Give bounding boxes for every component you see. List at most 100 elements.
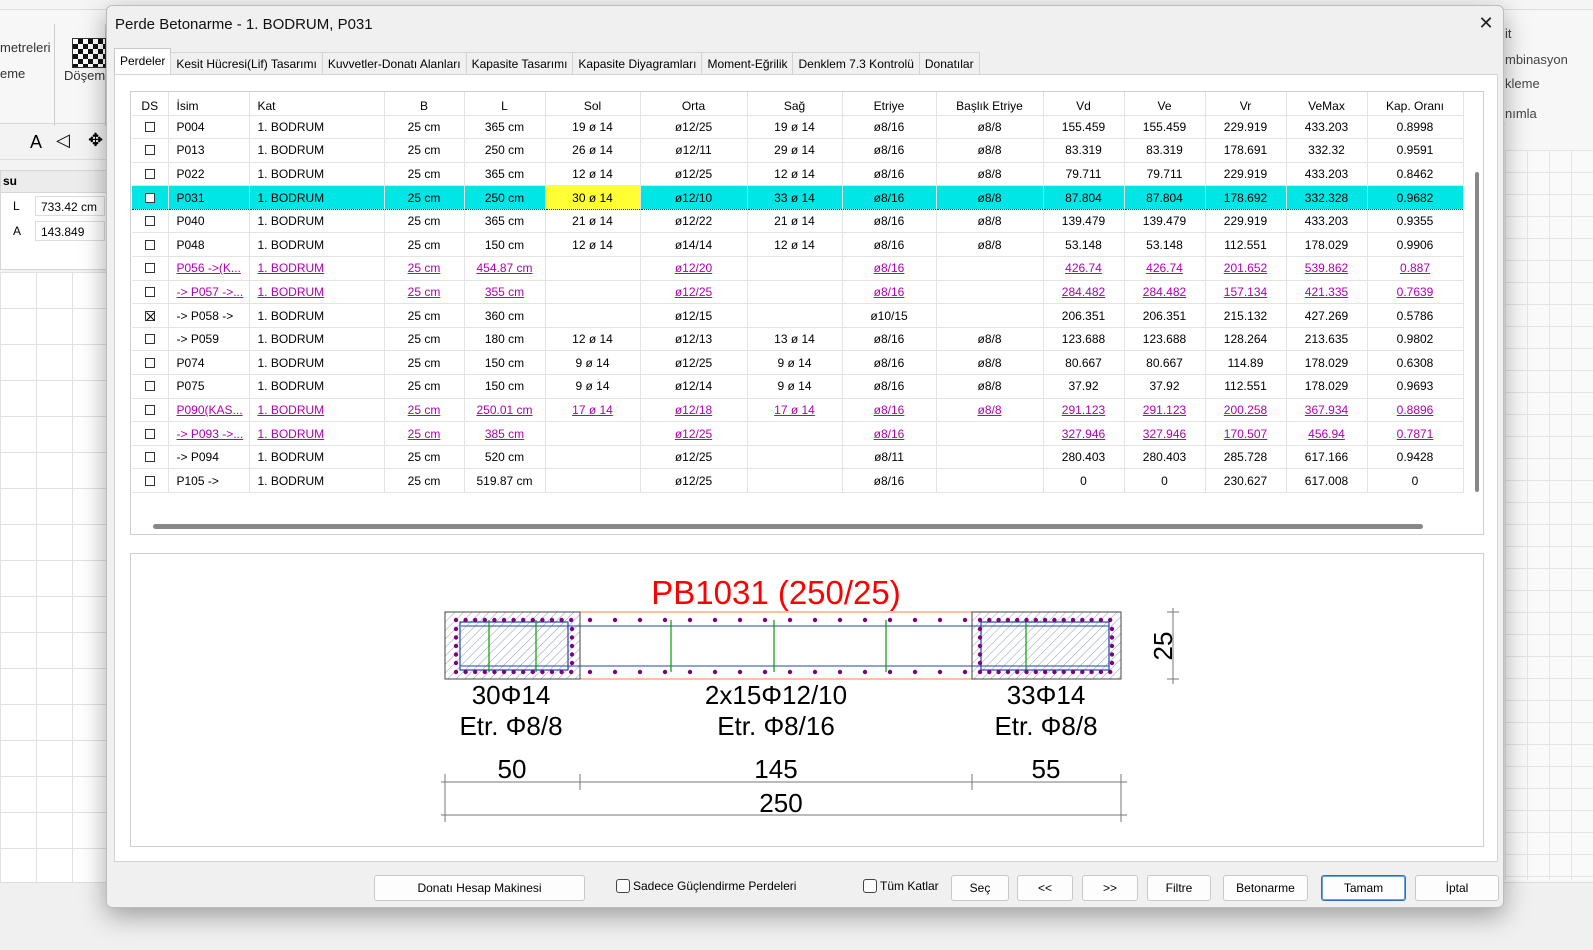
ds-checkbox[interactable] xyxy=(144,239,155,250)
table-cell[interactable]: 365 cm xyxy=(464,209,546,234)
table-cell[interactable]: 433.203 xyxy=(1286,115,1368,140)
table-cell[interactable]: 0.9682 xyxy=(1367,185,1464,210)
table-cell[interactable]: 1. BODRUM xyxy=(249,256,385,281)
table-cell[interactable]: 128.264 xyxy=(1205,327,1287,352)
table-cell[interactable]: 29 ø 14 xyxy=(747,138,843,163)
table-row[interactable]: P105 -> 1. BODRUM 25 cm 519.87 cm ø12/25 ø8/1… xyxy=(132,468,1464,493)
table-cell[interactable]: 30 ø 14 xyxy=(545,185,641,210)
table-cell[interactable]: 25 cm xyxy=(384,280,465,305)
table-cell[interactable]: 280.403 xyxy=(1124,445,1206,470)
table-cell[interactable]: ø12/25 xyxy=(640,468,748,493)
table-cell[interactable]: ø8/16 xyxy=(842,468,937,493)
table-cell[interactable]: 367.934 xyxy=(1286,398,1368,423)
table-cell[interactable]: ø8/16 xyxy=(842,232,937,258)
table-cell[interactable]: 114.89 xyxy=(1205,350,1287,376)
table-cell[interactable]: 1. BODRUM xyxy=(249,445,385,470)
table-cell[interactable]: 332.328 xyxy=(1286,185,1368,210)
table-cell[interactable]: 170.507 xyxy=(1205,421,1287,446)
table-cell[interactable]: 25 cm xyxy=(384,421,465,446)
ds-checkbox[interactable] xyxy=(144,121,155,132)
table-cell[interactable]: 426.74 xyxy=(1124,256,1206,281)
table-cell[interactable]: 1. BODRUM xyxy=(249,185,385,210)
table-cell[interactable]: 519.87 cm xyxy=(464,468,546,493)
table-cell[interactable]: ø8/8 xyxy=(936,162,1044,187)
table-cell[interactable]: 33 ø 14 xyxy=(747,185,843,210)
table-cell[interactable]: ø8/16 xyxy=(842,350,937,376)
table-cell[interactable]: 285.728 xyxy=(1205,445,1287,470)
table-cell[interactable]: ø12/15 xyxy=(640,303,748,328)
table-cell[interactable]: ø12/25 xyxy=(640,280,748,305)
checkbox-box[interactable] xyxy=(616,879,630,893)
table-cell[interactable]: -> P093 ->... xyxy=(168,421,250,446)
table-cell[interactable]: 79.711 xyxy=(1043,162,1125,187)
table-cell[interactable]: 25 cm xyxy=(384,445,465,470)
table-cell[interactable]: P090(KAS... xyxy=(168,398,250,423)
table-cell[interactable]: 1. BODRUM xyxy=(249,374,385,399)
table-cell[interactable] xyxy=(545,468,641,493)
table-cell[interactable]: 0.9693 xyxy=(1367,374,1464,399)
table-cell[interactable]: 0.8998 xyxy=(1367,115,1464,140)
table-cell[interactable]: 332.32 xyxy=(1286,138,1368,163)
ds-cell[interactable] xyxy=(132,374,169,399)
table-cell[interactable]: 355 cm xyxy=(464,280,546,305)
table-cell[interactable]: 365 cm xyxy=(464,162,546,187)
table-cell[interactable]: 0.9591 xyxy=(1367,138,1464,163)
table-cell[interactable]: 1. BODRUM xyxy=(249,115,385,140)
table-cell[interactable]: 230.627 xyxy=(1205,468,1287,493)
ok-button[interactable]: Tamam xyxy=(1321,875,1406,901)
ds-cell[interactable] xyxy=(132,209,169,234)
column-header-isim[interactable]: İsim xyxy=(168,92,250,116)
ds-cell[interactable] xyxy=(132,138,169,163)
table-cell[interactable]: ø12/25 xyxy=(640,421,748,446)
table-cell[interactable]: 178.029 xyxy=(1286,350,1368,376)
table-cell[interactable] xyxy=(747,468,843,493)
ds-cell[interactable] xyxy=(132,350,169,376)
table-cell[interactable]: P048 xyxy=(168,232,250,258)
table-cell[interactable]: 0.9428 xyxy=(1367,445,1464,470)
table-cell[interactable]: 12 ø 14 xyxy=(747,162,843,187)
table-cell[interactable] xyxy=(936,303,1044,328)
table-cell[interactable]: 291.123 xyxy=(1043,398,1125,423)
table-cell[interactable]: 139.479 xyxy=(1043,209,1125,234)
table-cell[interactable]: ø12/25 xyxy=(640,350,748,376)
table-cell[interactable]: 9 ø 14 xyxy=(747,350,843,376)
table-cell[interactable]: 178.692 xyxy=(1205,185,1287,210)
table-vertical-scrollbar[interactable] xyxy=(1472,92,1482,534)
table-cell[interactable]: 284.482 xyxy=(1043,280,1125,305)
next-button[interactable]: >> xyxy=(1082,875,1138,901)
table-cell[interactable]: 365 cm xyxy=(464,115,546,140)
table-cell[interactable]: 9 ø 14 xyxy=(747,374,843,399)
table-cell[interactable]: 250 cm xyxy=(464,185,546,210)
slab-checker-icon[interactable] xyxy=(72,38,106,68)
table-cell[interactable]: ø8/8 xyxy=(936,350,1044,376)
table-cell[interactable] xyxy=(545,256,641,281)
table-cell[interactable]: ø10/15 xyxy=(842,303,937,328)
filter-button[interactable]: Filtre xyxy=(1147,875,1211,901)
ds-checkbox[interactable] xyxy=(144,310,155,321)
table-cell[interactable]: 0.9802 xyxy=(1367,327,1464,352)
table-cell[interactable]: P013 xyxy=(168,138,250,163)
table-cell[interactable]: ø8/16 xyxy=(842,421,937,446)
table-cell[interactable]: -> P058 -> xyxy=(168,303,250,328)
table-cell[interactable]: 112.551 xyxy=(1205,374,1287,399)
table-cell[interactable]: 201.652 xyxy=(1205,256,1287,281)
table-cell[interactable]: 0.7871 xyxy=(1367,421,1464,446)
tab-kapasite-diyagramlari[interactable]: Kapasite Diyagramları xyxy=(572,52,703,74)
table-cell[interactable]: 1. BODRUM xyxy=(249,280,385,305)
table-cell[interactable]: P040 xyxy=(168,209,250,234)
table-cell[interactable]: ø8/11 xyxy=(842,445,937,470)
table-cell[interactable] xyxy=(545,303,641,328)
table-cell[interactable]: 87.804 xyxy=(1043,185,1125,210)
table-cell[interactable]: ø8/8 xyxy=(936,327,1044,352)
ds-cell[interactable] xyxy=(132,421,169,446)
move-tool-icon[interactable]: ✥ xyxy=(88,130,103,151)
table-cell[interactable]: 426.74 xyxy=(1043,256,1125,281)
column-header-baslik-etriye[interactable]: Başlık Etriye xyxy=(936,92,1044,116)
table-cell[interactable]: ø12/25 xyxy=(640,445,748,470)
table-cell[interactable]: 112.551 xyxy=(1205,232,1287,258)
table-cell[interactable]: ø12/22 xyxy=(640,209,748,234)
table-cell[interactable]: ø8/8 xyxy=(936,232,1044,258)
table-cell[interactable]: 37.92 xyxy=(1043,374,1125,399)
close-icon[interactable]: ✕ xyxy=(1475,12,1497,34)
table-cell[interactable]: 26 ø 14 xyxy=(545,138,641,163)
